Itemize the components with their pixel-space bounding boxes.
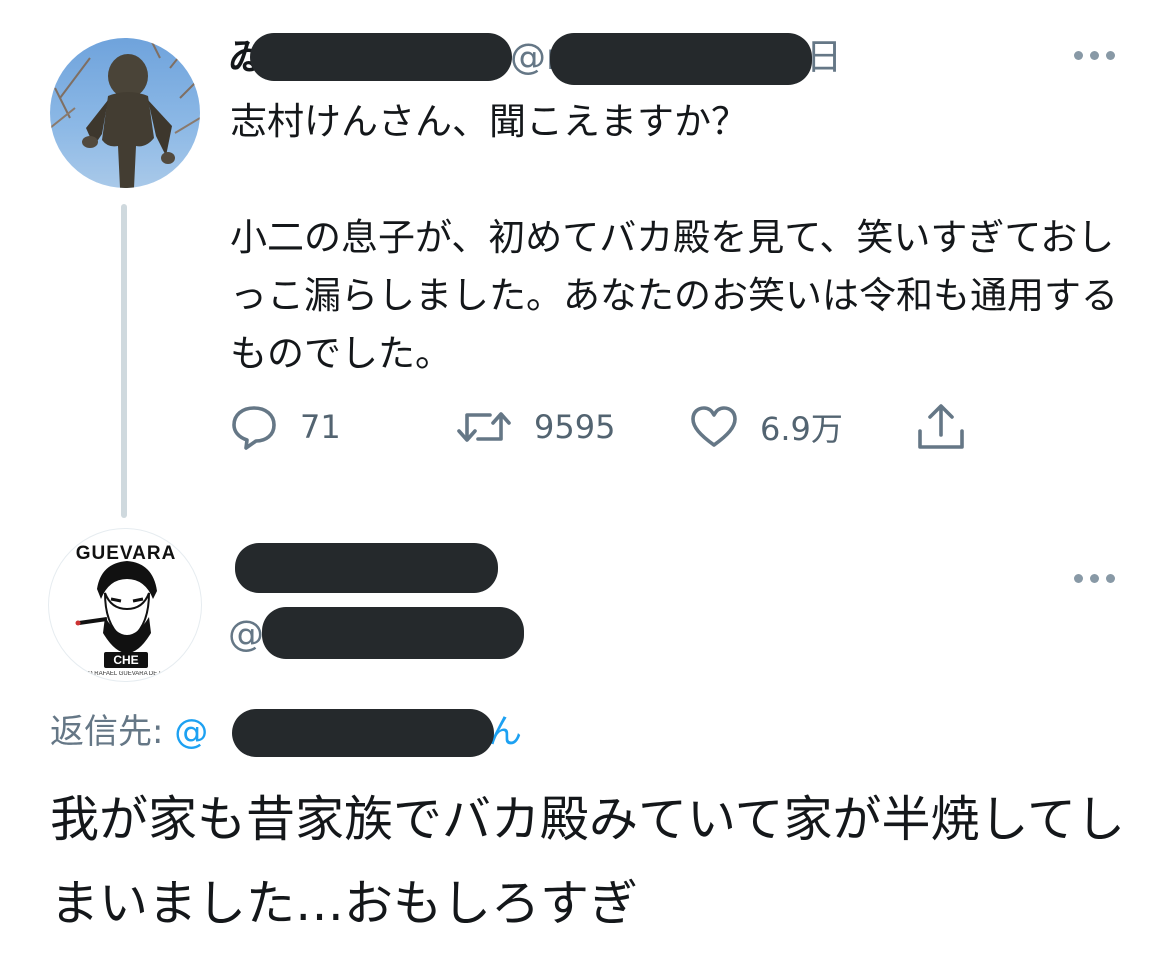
share-button[interactable] — [916, 402, 966, 452]
reply-to-mention-prefix[interactable]: @ — [174, 712, 208, 752]
redacted-reply-author-name — [235, 543, 498, 593]
retweet-count: 9595 — [534, 408, 616, 446]
replying-to: 返信先: @ ん — [50, 708, 522, 756]
thread-connector — [121, 204, 127, 518]
reply-button[interactable]: 71 — [230, 402, 341, 452]
statue-photo — [50, 38, 200, 188]
share-icon — [918, 404, 964, 449]
author-avatar[interactable] — [50, 38, 200, 188]
avatar-caption: ERNESTO RAFAEL GUEVARA DE LA SERNA — [63, 671, 189, 677]
heart-icon — [691, 406, 737, 447]
reply-to-label: 返信先: — [50, 712, 175, 752]
reply-icon — [232, 406, 276, 450]
redacted-reply-author-handle — [262, 607, 524, 659]
reply-more-options-icon[interactable] — [1074, 571, 1118, 585]
reply-text: 我が家も昔家族でバカ殿みていて家が半焼してしまいました…おもしろすぎ — [50, 791, 1126, 932]
redacted-reply-to-mention — [232, 709, 494, 757]
retweet-button[interactable]: 9595 — [456, 402, 615, 452]
retweet-icon — [457, 412, 511, 442]
tweet-thread: ゐ @r 日 志村けんさん、聞こえますか？ 小二の息子が、初めてバカ殿を見て、笑… — [0, 0, 1170, 958]
like-count: 6.9万 — [760, 410, 843, 448]
reply-author-handle-prefix: @ — [228, 614, 264, 655]
reply-author-avatar[interactable]: GUEVARA CHE ERNESTO RAFAEL GUEVARA DE LA… — [48, 528, 202, 682]
more-options-icon[interactable] — [1074, 48, 1118, 62]
reply-count: 71 — [300, 408, 341, 446]
tweet-date: 日 — [806, 37, 843, 78]
redacted-author-handle — [550, 33, 812, 85]
redacted-author-name — [250, 33, 512, 81]
tweet-text: 志村けんさん、聞こえますか？ 小二の息子が、初めてバカ殿を見て、笑いすぎておしっ… — [230, 100, 1118, 375]
avatar-badge: CHE — [104, 652, 148, 668]
like-button[interactable]: 6.9万 — [690, 402, 843, 452]
